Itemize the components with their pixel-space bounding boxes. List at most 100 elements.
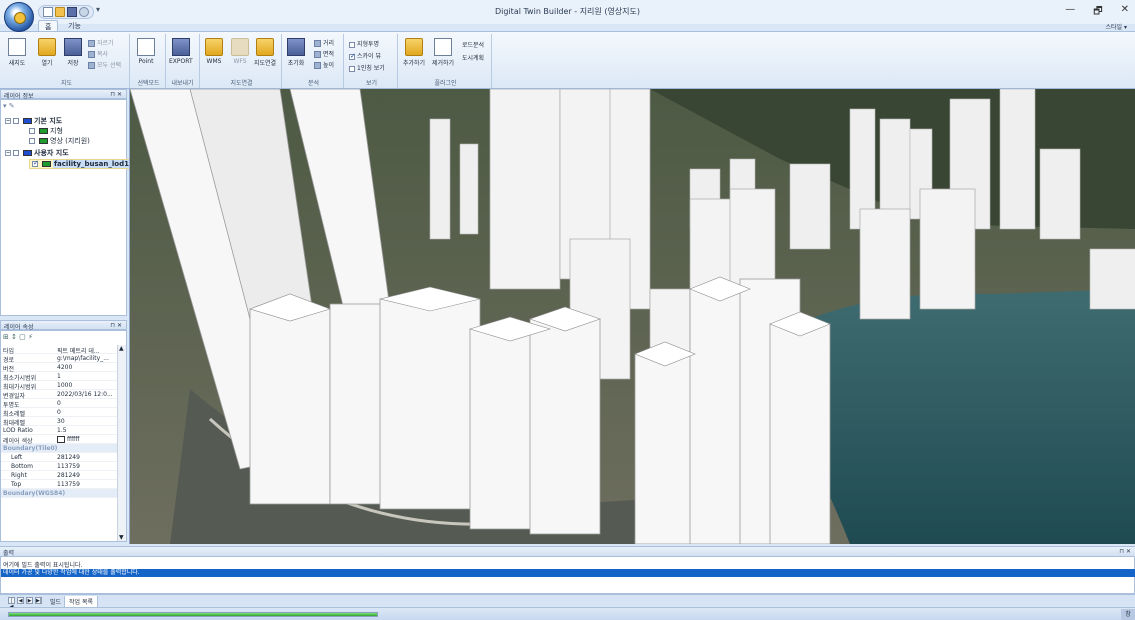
ribbon: 새지도 열기 저장 자르기 복사 모두 선택 지도 Point 선택모드 EXP…: [0, 31, 1135, 89]
cut-button[interactable]: 자르기: [88, 38, 114, 47]
prop-category-tile[interactable]: Boundary(Tile0): [1, 444, 117, 453]
select-all-button[interactable]: 모두 선택: [88, 60, 121, 69]
property-sort-icons[interactable]: ⊞ ↕ ▢ ⚡: [3, 333, 33, 341]
city-3d-scene: [130, 89, 1135, 544]
area-icon: [314, 51, 321, 58]
prop-row[interactable]: Top 113759: [1, 480, 117, 489]
select-all-icon: [88, 62, 95, 69]
output-line: 여기에 빌드 출력이 표시됩니다.: [3, 562, 83, 569]
export-button[interactable]: EXPORT: [169, 38, 193, 65]
copy-button[interactable]: 복사: [88, 49, 108, 58]
output-tab-strip: |◀ ◀ ▶ ▶| 빌드 작업 목록: [0, 594, 1135, 610]
first-person-checkbox[interactable]: 1인칭 보기: [349, 63, 385, 72]
imagery-layer-icon: [39, 138, 48, 144]
tree-node-base-map[interactable]: − 기본 지도: [5, 116, 62, 126]
minimize-button[interactable]: —: [1065, 4, 1075, 21]
add-plugin-button[interactable]: 추가하기: [403, 38, 425, 67]
prop-row[interactable]: 변경일자 2022/03/16 12:0...: [1, 390, 117, 400]
scissors-icon: [88, 40, 95, 47]
status-window-button[interactable]: 창: [1121, 609, 1135, 620]
color-swatch[interactable]: [57, 436, 65, 443]
new-map-icon: [8, 38, 26, 56]
wfs-folder-icon: [231, 38, 249, 56]
prop-row[interactable]: 버전 4200: [1, 363, 117, 373]
tree-node-terrain[interactable]: 지형: [29, 126, 63, 136]
export-icon: [171, 38, 190, 56]
road-analysis-button[interactable]: 로드분석: [462, 40, 484, 49]
ribbon-group-export: EXPORT 내보내기: [166, 34, 200, 88]
first-tab-nav-icon[interactable]: |◀: [8, 597, 15, 610]
progress-bar: [8, 612, 378, 617]
prop-row[interactable]: Left 281249: [1, 453, 117, 462]
new-map-button[interactable]: 새지도: [8, 38, 26, 67]
window-controls: — 🗗 ✕: [1065, 4, 1129, 21]
close-button[interactable]: ✕: [1121, 4, 1129, 21]
reset-icon: [287, 38, 305, 56]
tree-node-facility[interactable]: facility_busan_lod1: [29, 159, 133, 169]
map-layer-icon: [23, 150, 32, 156]
prop-row[interactable]: 경로 g:\map\facility_...: [1, 354, 117, 364]
prop-row[interactable]: 최소레벨 0: [1, 408, 117, 418]
panel-pin-close[interactable]: ⊓ ✕: [1119, 548, 1131, 555]
map-3d-viewport[interactable]: [129, 89, 1135, 544]
layer-panel-header: 레이어 정보 ⊓ ✕: [0, 89, 127, 100]
terrain-transparent-checkbox[interactable]: 지형투명: [349, 39, 379, 48]
area-button[interactable]: 면적: [314, 49, 334, 58]
status-bar: 창: [0, 607, 1135, 620]
reset-button[interactable]: 초기화: [287, 38, 305, 67]
tab-build[interactable]: 빌드: [46, 596, 65, 607]
property-grid: ⊞ ↕ ▢ ⚡ 타입 픽트 메트리 데... 경로 g:\map\facility_…: [0, 330, 127, 542]
prop-row-layer-color[interactable]: 레이어 색상 ffffff: [1, 435, 117, 445]
sky-view-checkbox[interactable]: 스카이 뷰: [349, 51, 381, 60]
prop-row[interactable]: 최대가시범위 1000: [1, 381, 117, 391]
height-button[interactable]: 높이: [314, 60, 334, 69]
prop-row[interactable]: Right 281249: [1, 471, 117, 480]
ribbon-group-caption: 보기: [365, 80, 378, 87]
property-scrollbar[interactable]: [117, 345, 126, 541]
height-icon: [314, 62, 321, 69]
layer-add-icon[interactable]: ▾ ✎: [3, 102, 15, 110]
remove-plugin-button[interactable]: 제거하기: [432, 38, 454, 67]
ribbon-group-caption: 분석: [307, 80, 320, 87]
output-panel-header: 출력 ⊓ ✕: [0, 546, 1135, 557]
prop-category-wgs84[interactable]: Boundary(WGS84): [1, 489, 117, 498]
map-connect-icon: [256, 38, 275, 56]
map-connect-button[interactable]: 지도연결: [254, 38, 276, 67]
prop-row[interactable]: 투명도 0: [1, 399, 117, 409]
open-button[interactable]: 열기: [38, 38, 56, 67]
wms-button[interactable]: WMS: [205, 38, 223, 65]
restore-button[interactable]: 🗗: [1093, 4, 1102, 21]
ribbon-group-view: 지형투명 스카이 뷰 1인칭 보기 보기: [346, 34, 398, 88]
window-title: Digital Twin Builder - 지리원 (영상지도): [495, 7, 640, 16]
point-mode-button[interactable]: Point: [137, 38, 155, 65]
prop-row[interactable]: 최소가시범위 1: [1, 372, 117, 382]
prop-row[interactable]: Bottom 113759: [1, 462, 117, 471]
prop-panel-header: 레이어 속성 ⊓ ✕: [0, 320, 127, 331]
terrain-layer-icon: [39, 128, 48, 134]
ribbon-group-select: Point 선택모드: [132, 34, 166, 88]
panel-pin-close[interactable]: ⊓ ✕: [110, 91, 122, 98]
ruler-icon: [314, 40, 321, 47]
last-tab-nav-icon[interactable]: ▶|: [35, 597, 42, 604]
wms-folder-icon: [205, 38, 223, 56]
city-planning-button[interactable]: 도시계획: [462, 53, 484, 62]
tree-node-imagery[interactable]: 영상 (지리원): [29, 136, 90, 146]
output-panel: 여기에 빌드 출력이 표시됩니다. 데이터 가공 및 다양한 작업에 대한 상태…: [0, 556, 1135, 594]
panel-pin-close[interactable]: ⊓ ✕: [110, 322, 122, 329]
prev-tab-nav-icon[interactable]: ◀: [17, 597, 24, 604]
open-folder-icon: [38, 38, 56, 56]
ribbon-group-caption: 플러그인: [434, 80, 457, 87]
distance-button[interactable]: 거리: [314, 38, 334, 47]
application-menu-button[interactable]: [4, 2, 34, 32]
prop-row[interactable]: LOD Ratio 1.5: [1, 426, 117, 435]
copy-icon: [88, 51, 95, 58]
output-line-selected[interactable]: 데이터 가공 및 다양한 작업에 대한 상태를 출력합니다.: [1, 569, 1135, 577]
next-tab-nav-icon[interactable]: ▶: [26, 597, 33, 604]
prop-row[interactable]: 타입 픽트 메트리 데...: [1, 345, 117, 355]
save-icon: [64, 38, 82, 56]
prop-row[interactable]: 최대레벨 30: [1, 417, 117, 427]
save-button[interactable]: 저장: [64, 38, 82, 67]
wfs-button[interactable]: WFS: [231, 38, 249, 65]
tree-node-user-map[interactable]: − 사용자 지도: [5, 148, 69, 158]
style-menu[interactable]: 스타일 ▾: [1106, 22, 1127, 31]
